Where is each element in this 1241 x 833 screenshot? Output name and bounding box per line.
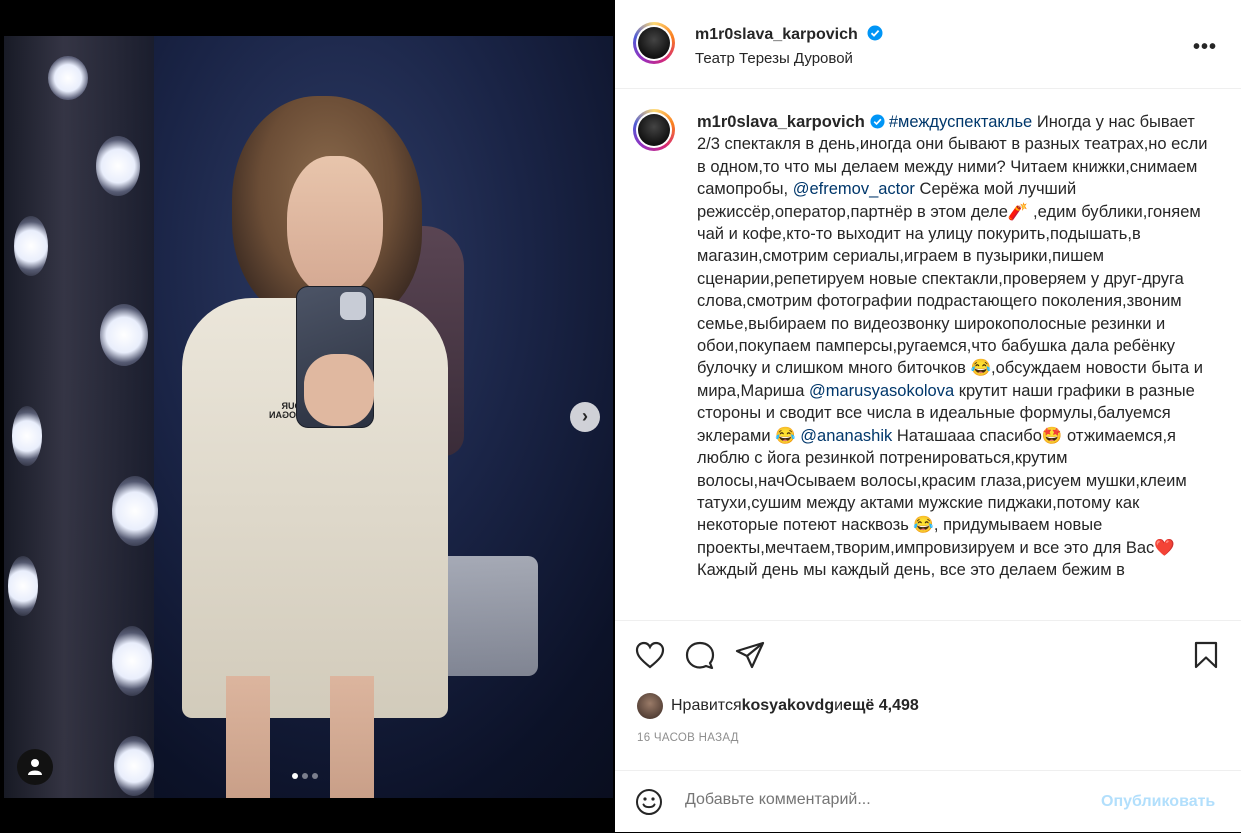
mirror-bulb [100,304,148,366]
caption-mention[interactable]: @marusyasokolova [809,382,954,400]
caption-text: Наташааа спасибо🤩 отжимаемся,я люблю с й… [697,426,1187,580]
mirror-bulb [114,736,154,796]
mirror-bulb [48,56,88,100]
heart-icon[interactable] [635,641,665,669]
author-name-row: m1r0slava_karpovich [695,25,883,44]
mirror-bulb [12,406,42,466]
mirror-bulb [96,136,140,196]
post-header: m1r0slava_karpovich Театр Терезы Дуровой… [615,0,1241,89]
avatar-image [638,114,670,146]
person-face [287,156,383,296]
verified-badge-icon [870,114,885,129]
post-media: YOUR SLOGAN › [0,0,615,832]
verified-badge-icon [867,25,883,41]
mirror-bulb [112,626,152,696]
chevron-right-icon: › [582,406,588,426]
tagged-users-button[interactable] [17,749,53,785]
caption-hashtag[interactable]: #междуспектакльe [889,113,1032,131]
carousel-dot [302,773,308,779]
liker-username[interactable]: kosyakovdg [742,697,834,715]
person-hand [304,354,374,426]
post-photo[interactable]: YOUR SLOGAN [4,36,613,798]
caption-text: Серёжа мой лучший режиссёр,оператор,парт… [697,180,1204,400]
author-avatar[interactable] [633,22,675,64]
caption-author-avatar[interactable] [633,109,675,151]
post-caption: m1r0slava_karpovich #междуспектакльe Иног… [697,111,1209,582]
carousel-dot [312,773,318,779]
comment-input[interactable] [685,791,1065,809]
post-details-panel: m1r0slava_karpovich Театр Терезы Дуровой… [615,0,1241,832]
carousel-indicator [292,773,318,779]
phone-camera [340,292,366,320]
next-slide-button[interactable]: › [570,402,600,432]
person-leg [226,676,270,798]
person-leg [330,676,374,798]
bookmark-icon[interactable] [1193,641,1219,669]
caption-mention[interactable]: @ananashik [800,427,892,445]
likes-count[interactable]: ещё 4,498 [843,697,919,715]
comments-scroll-area[interactable]: m1r0slava_karpovich #междуспектакльe Иног… [615,89,1241,619]
user-tag-icon [28,759,42,775]
post-location[interactable]: Театр Терезы Дуровой [695,50,853,67]
more-options-button[interactable]: ••• [1193,36,1217,59]
likes-summary[interactable]: Нравится kosyakovdg и ещё 4,498 [637,693,919,719]
likes-conjunction: и [834,697,844,714]
comment-icon[interactable] [685,641,715,669]
caption-username[interactable]: m1r0slava_karpovich [697,113,865,131]
author-username[interactable]: m1r0slava_karpovich [695,26,858,43]
likes-prefix: Нравится [671,697,742,714]
mirror-bulb [112,476,158,546]
avatar-image [638,27,670,59]
post-timestamp[interactable]: 16 ЧАСОВ НАЗАД [637,732,739,744]
add-comment-bar: Опубликовать [615,770,1241,833]
mirror-bulb [8,556,38,616]
mirror-bulb [14,216,48,276]
carousel-dot-active [292,773,298,779]
publish-comment-button[interactable]: Опубликовать [1101,793,1215,811]
post-actions [615,620,1241,693]
caption-mention[interactable]: @efremov_actor [793,180,915,198]
emoji-icon[interactable] [635,788,663,816]
more-horizontal-icon: ••• [1193,36,1218,58]
liker-avatar[interactable] [637,693,663,719]
send-icon[interactable] [735,641,765,669]
